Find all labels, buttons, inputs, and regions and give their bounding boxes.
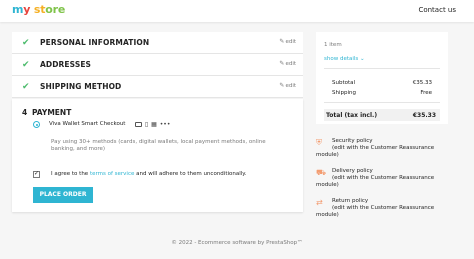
footer-text: © 2022 - Ecommerce software by PrestaSho… — [171, 240, 303, 246]
reassurance-sub2: module) — [316, 152, 339, 158]
payment-method-label[interactable]: Viva Wallet Smart Checkout — [49, 121, 125, 127]
shield-icon: ⛨ — [316, 138, 322, 147]
check-icon: ✔ — [22, 38, 30, 48]
step-title: PAYMENT — [32, 108, 72, 117]
step-title: ADDRESSES — [40, 60, 92, 69]
step-addresses[interactable]: ✔ ADDRESSES ✎edit — [12, 54, 303, 76]
show-details-link[interactable]: show details ⌄ — [324, 56, 365, 62]
pencil-icon: ✎ — [279, 60, 285, 67]
divider — [324, 102, 440, 103]
edit-button[interactable]: ✎edit — [279, 60, 296, 67]
items-count: 1 item — [324, 42, 342, 48]
payment-method-icons: ▯ ▦ ••• — [135, 121, 171, 128]
check-icon: ✔ — [22, 82, 30, 92]
divider — [324, 68, 440, 69]
terms-label: I agree to the terms of service and will… — [51, 171, 247, 177]
reassurance-sub: (edit with the Customer Reassurance — [332, 145, 435, 151]
payment-method-radio[interactable] — [33, 121, 40, 128]
payment-description: Pay using 30+ methods (cards, digital wa… — [51, 139, 266, 152]
reassurance-sub: (edit with the Customer Reassurance — [332, 175, 435, 181]
place-order-button[interactable]: PLACE ORDER — [33, 187, 93, 203]
more-icon: ••• — [159, 121, 171, 128]
reassurance-sub: (edit with the Customer Reassurance — [332, 205, 435, 211]
step-title: PERSONAL INFORMATION — [40, 38, 150, 47]
store-logo[interactable]: my store — [12, 3, 65, 16]
pencil-icon: ✎ — [279, 38, 285, 45]
contact-us-link[interactable]: Contact us — [418, 6, 456, 14]
step-number: 4 — [22, 108, 28, 117]
step-personal-information[interactable]: ✔ PERSONAL INFORMATION ✎edit — [12, 32, 303, 54]
reassurance-sub2: module) — [316, 212, 339, 218]
edit-button[interactable]: ✎edit — [279, 38, 296, 45]
pencil-icon: ✎ — [279, 82, 285, 89]
reassurance-title: Security policy — [332, 138, 373, 144]
reassurance-title: Return policy — [332, 198, 369, 204]
reassurance-sub2: module) — [316, 182, 339, 188]
bank-icon: ▦ — [151, 121, 157, 128]
terms-of-service-link[interactable]: terms of service — [90, 171, 134, 177]
card-icon — [135, 122, 142, 127]
return-icon: ⇄ — [316, 198, 323, 207]
chevron-down-icon: ⌄ — [360, 56, 365, 62]
step-payment: 4 PAYMENT Viva Wallet Smart Checkout ▯ ▦… — [12, 99, 303, 212]
total-row: Total (tax incl.) €35.33 — [324, 109, 440, 121]
phone-icon: ▯ — [144, 121, 149, 128]
check-icon: ✔ — [22, 60, 30, 70]
checkout-steps: ✔ PERSONAL INFORMATION ✎edit ✔ ADDRESSES… — [12, 32, 303, 212]
reassurance-title: Delivery policy — [332, 168, 373, 174]
site-header: my store Contact us — [0, 0, 474, 22]
truck-icon: ⛟ — [316, 168, 327, 177]
edit-button[interactable]: ✎edit — [279, 82, 296, 89]
step-title: SHIPPING METHOD — [40, 82, 122, 91]
cart-summary: 1 item show details ⌄ Subtotal €35.33 Sh… — [316, 32, 448, 124]
terms-checkbox[interactable] — [33, 170, 40, 178]
step-shipping-method[interactable]: ✔ SHIPPING METHOD ✎edit — [12, 76, 303, 98]
